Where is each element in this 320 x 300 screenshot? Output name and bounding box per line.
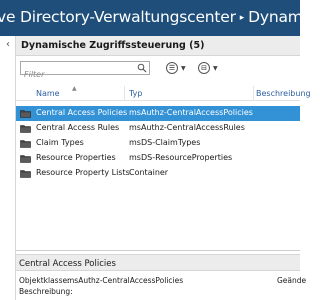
save-query-button[interactable]: ⊟ ▼ xyxy=(198,62,218,74)
details-body: Objektklasse: msAuthz-CentralAccessPolic… xyxy=(16,273,306,300)
section-title: Dynamische Zugriffssteuerung (5) xyxy=(21,40,205,51)
table-row[interactable]: Resource Properties msDS-ResourceProperti… xyxy=(16,151,300,166)
table-row[interactable]: Central Access Policies msAuthz-CentralAc… xyxy=(16,106,300,121)
cell-type: msDS-ResourceProperties xyxy=(129,153,233,162)
folder-icon xyxy=(20,125,31,133)
search-icon[interactable] xyxy=(137,63,147,73)
folder-icon xyxy=(20,170,31,178)
filter-box[interactable] xyxy=(20,61,150,81)
section-header: Dynamische Zugriffssteuerung (5) xyxy=(16,36,300,56)
details-title: Central Access Policies xyxy=(19,259,116,269)
cell-name: Claim Types xyxy=(36,138,84,147)
object-list: Central Access Policies msAuthz-CentralAc… xyxy=(16,106,300,181)
folder-icon xyxy=(20,110,31,118)
breadcrumb-separator-icon: ▸ xyxy=(239,13,245,23)
description-label: Beschreibung: xyxy=(19,287,73,296)
main-content: Dynamische Zugriffssteuerung (5) ☰ ▼ ⊟ ▼… xyxy=(16,36,311,300)
folder-icon xyxy=(20,140,31,148)
column-header-description[interactable]: Beschreibung xyxy=(256,89,311,98)
breadcrumb: ve Directory-Verwaltungscenter▸Dynamisch… xyxy=(0,8,300,26)
save-query-icon: ⊟ xyxy=(198,62,210,74)
cell-type: msAuthz-CentralAccessRules xyxy=(129,123,245,132)
cell-name: Resource Properties xyxy=(36,153,116,162)
list-view-icon: ☰ xyxy=(166,62,178,74)
cell-name: Central Access Rules xyxy=(36,123,120,132)
view-options-button[interactable]: ☰ ▼ xyxy=(166,62,186,74)
chevron-left-icon[interactable]: ‹ xyxy=(3,40,13,50)
table-row[interactable]: Resource Property Lists Container xyxy=(16,166,300,181)
grid-header: ▲ Name Typ Beschreibung xyxy=(16,85,311,101)
column-divider[interactable] xyxy=(253,86,254,101)
filter-input[interactable] xyxy=(21,68,129,81)
table-row[interactable]: Claim Types msDS-ClaimTypes xyxy=(16,136,300,151)
column-divider[interactable] xyxy=(124,86,125,101)
folder-icon xyxy=(20,155,31,163)
column-header-name[interactable]: Name xyxy=(36,89,60,98)
cell-name: Central Access Policies xyxy=(36,108,128,117)
object-class-label: Objektklasse: xyxy=(19,276,70,285)
cell-name: Resource Property Lists xyxy=(36,168,130,177)
list-toolbar: ☰ ▼ ⊟ ▼ xyxy=(16,56,300,81)
sort-ascending-icon: ▲ xyxy=(72,85,77,92)
navigation-pane-collapsed[interactable]: ‹ xyxy=(0,36,16,300)
breadcrumb-app[interactable]: ve Directory-Verwaltungscenter xyxy=(0,8,236,26)
details-header[interactable]: Central Access Policies xyxy=(16,254,300,271)
cell-type: msDS-ClaimTypes xyxy=(129,138,201,147)
cell-type: msAuthz-CentralAccessPolicies xyxy=(129,108,253,117)
breadcrumb-current[interactable]: Dynamische Zugri xyxy=(248,8,300,26)
table-row[interactable]: Central Access Rules msAuthz-CentralAcces… xyxy=(16,121,300,136)
object-class-value: msAuthz-CentralAccessPolicies xyxy=(67,276,184,285)
column-header-type[interactable]: Typ xyxy=(129,89,142,98)
chevron-down-icon: ▼ xyxy=(181,64,186,72)
pane-splitter[interactable] xyxy=(16,250,300,251)
cell-type: Container xyxy=(129,168,169,177)
window-titlebar: ve Directory-Verwaltungscenter▸Dynamisch… xyxy=(0,0,300,36)
modified-label: Geände xyxy=(277,276,307,285)
chevron-down-icon: ▼ xyxy=(213,64,218,72)
